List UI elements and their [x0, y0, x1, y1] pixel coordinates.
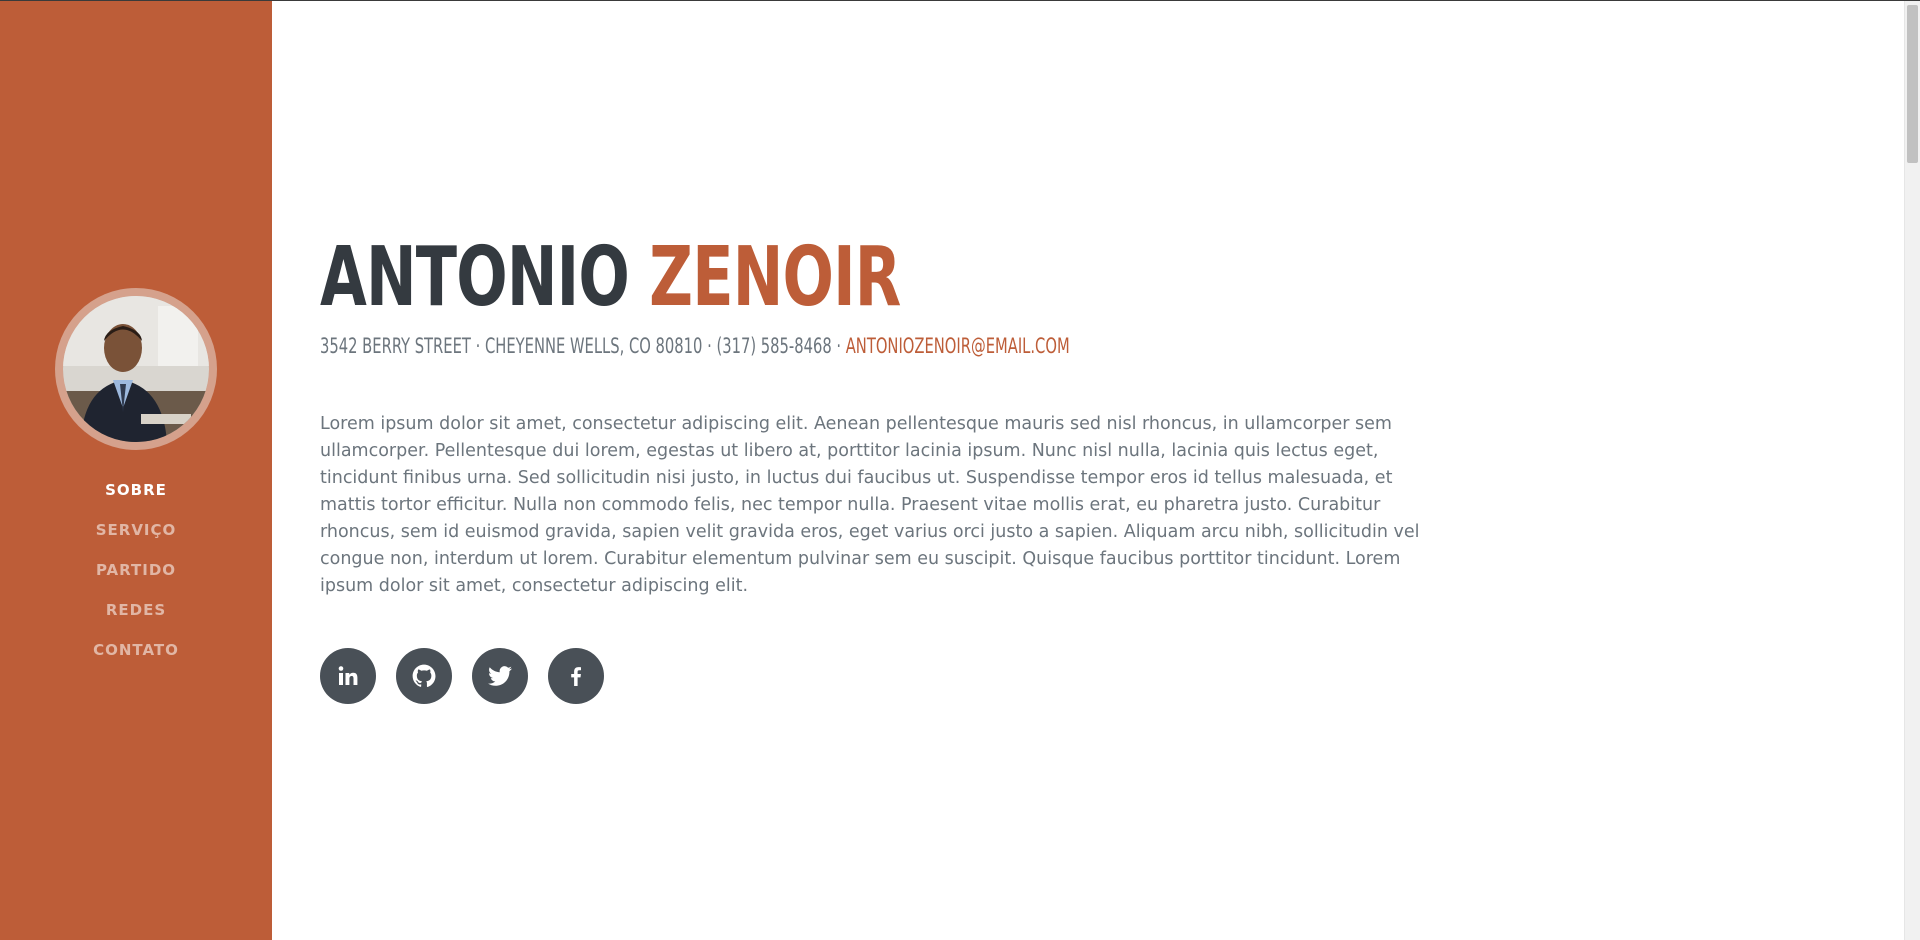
- email-link[interactable]: ANTONIOZENOIR@EMAIL.COM: [846, 334, 1070, 358]
- first-name: ANTONIO: [320, 230, 630, 325]
- facebook-button[interactable]: [548, 648, 604, 704]
- profile-photo: [63, 296, 209, 442]
- facebook-icon: [571, 667, 581, 686]
- nav-link-partido[interactable]: PARTIDO: [96, 561, 176, 579]
- nav-link-servico[interactable]: SERVIÇO: [96, 521, 177, 539]
- github-button[interactable]: [396, 648, 452, 704]
- scrollbar-thumb[interactable]: [1907, 5, 1918, 163]
- linkedin-button[interactable]: [320, 648, 376, 704]
- nav-item-servico: SERVIÇO: [0, 510, 272, 550]
- twitter-button[interactable]: [472, 648, 528, 704]
- profile-avatar: [55, 288, 217, 450]
- last-name: ZENOIR: [649, 230, 901, 325]
- nav-link-redes[interactable]: REDES: [106, 601, 166, 619]
- nav-item-sobre: SOBRE: [0, 470, 272, 510]
- nav-item-contato: CONTATO: [0, 630, 272, 670]
- contact-line: 3542 BERRY STREET · CHEYENNE WELLS, CO 8…: [320, 331, 1070, 361]
- address-text: 3542 BERRY STREET · CHEYENNE WELLS, CO 8…: [320, 334, 842, 358]
- linkedin-icon: [338, 666, 358, 685]
- social-icons: [320, 648, 604, 704]
- github-icon: [412, 664, 436, 687]
- page: SOBRE SERVIÇO PARTIDO REDES CONTATO ANTO…: [0, 0, 1920, 940]
- page-title: ANTONIO ZENOIR: [320, 233, 901, 323]
- nav-link-contato[interactable]: CONTATO: [93, 641, 179, 659]
- twitter-icon: [488, 666, 512, 686]
- sidebar: SOBRE SERVIÇO PARTIDO REDES CONTATO: [0, 1, 272, 940]
- nav-link-sobre[interactable]: SOBRE: [105, 481, 167, 499]
- nav-item-redes: REDES: [0, 590, 272, 630]
- sidebar-nav: SOBRE SERVIÇO PARTIDO REDES CONTATO: [0, 470, 272, 670]
- bio-paragraph: Lorem ipsum dolor sit amet, consectetur …: [320, 414, 1420, 596]
- nav-item-partido: PARTIDO: [0, 550, 272, 590]
- page-scrollbar[interactable]: [1904, 1, 1920, 940]
- main-content: ANTONIO ZENOIR 3542 BERRY STREET · CHEYE…: [272, 1, 1904, 940]
